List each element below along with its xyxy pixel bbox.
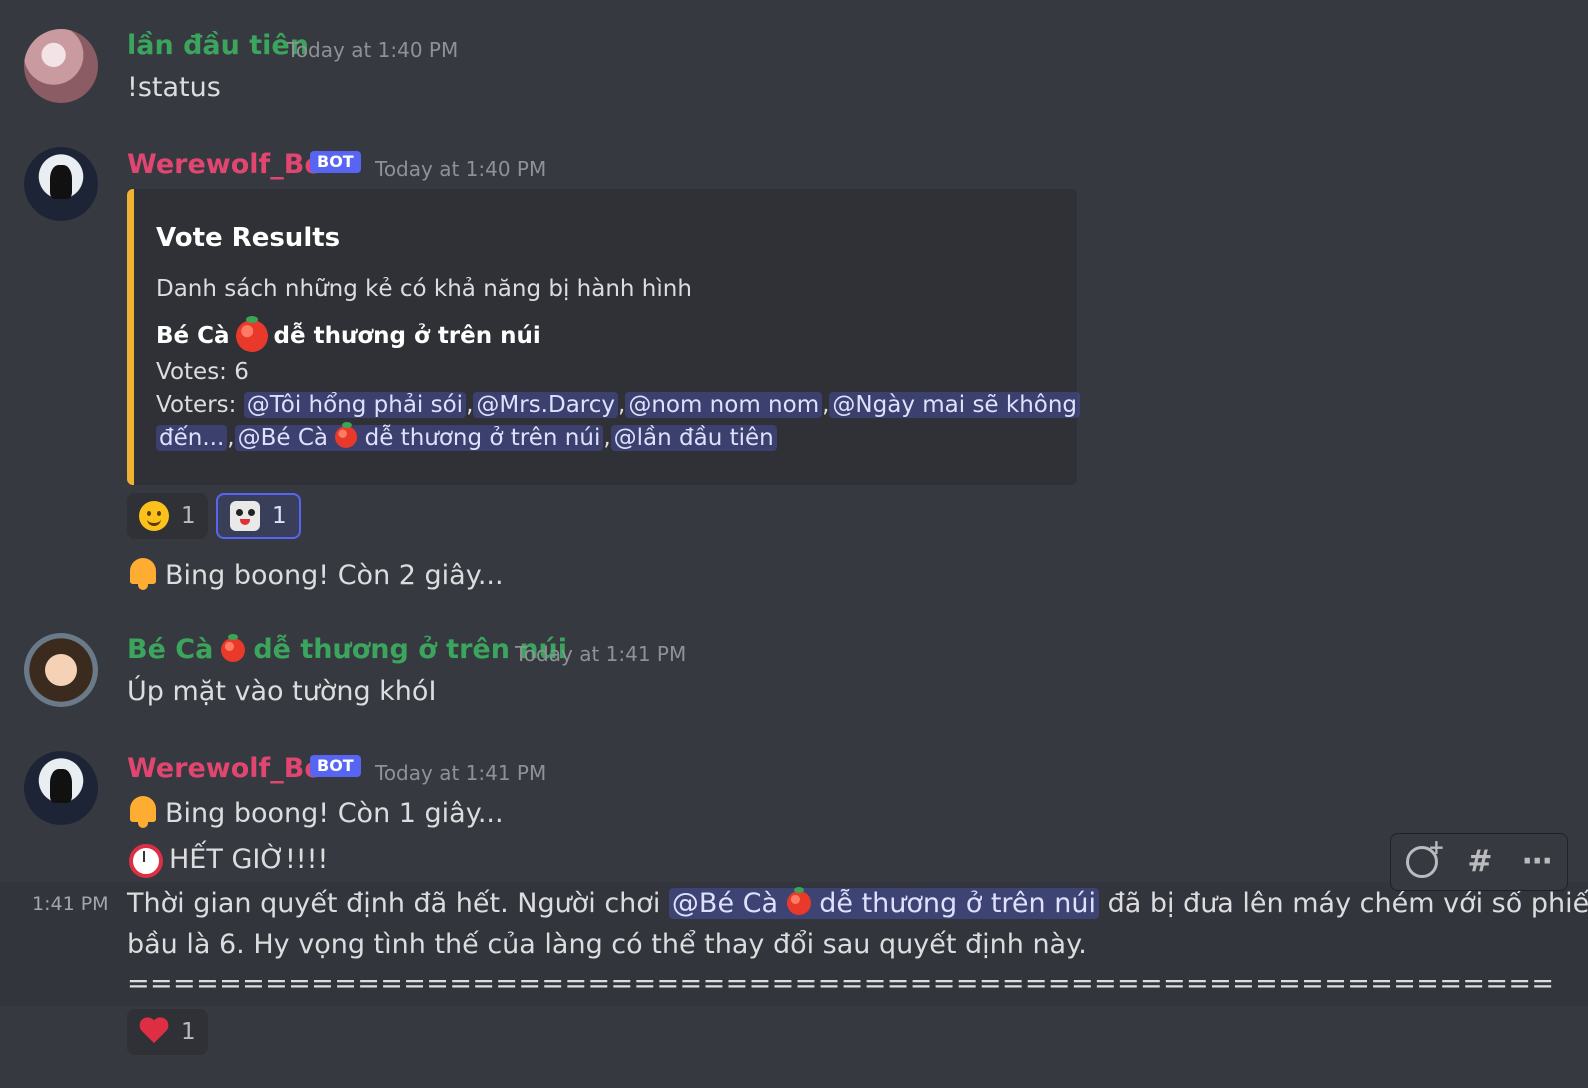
bot-badge: BOT <box>310 151 361 173</box>
message-line: HẾT GIỜ!!!! <box>127 840 329 878</box>
message-line: Thời gian quyết định đã hết. Người chơi … <box>127 887 1588 919</box>
create-thread-icon[interactable]: # <box>1467 847 1492 877</box>
custom-cat-emoji-icon <box>230 501 260 531</box>
tomato-icon <box>335 422 358 448</box>
reaction-heart[interactable]: 1 <box>127 1009 208 1055</box>
bell-icon <box>127 794 159 828</box>
message-content: !status <box>127 72 221 103</box>
bell-icon <box>127 556 159 590</box>
voters-line-2: đến..., @Bé Cà dễ thương ở trên núi, @lần … <box>156 422 777 451</box>
mention[interactable]: @Ngày mai sẽ không <box>829 392 1081 418</box>
tomato-icon <box>221 633 246 662</box>
add-reaction-icon[interactable] <box>1405 835 1445 878</box>
bot-avatar[interactable] <box>24 147 98 221</box>
bot-avatar[interactable] <box>24 751 98 825</box>
mention-prefix: @Bé Cà <box>237 425 328 451</box>
mention-suffix: dễ thương ở trên núi <box>364 425 601 451</box>
message-text: Bing boong! Còn 1 giây... <box>165 798 504 829</box>
message-text: Thời gian quyết định đã hết. Người chơi <box>127 888 661 919</box>
user-avatar[interactable] <box>24 29 98 103</box>
hover-timestamp[interactable]: 1:41 PM <box>32 893 109 915</box>
message-line: bầu là 6. Hy vọng tình thế của làng có t… <box>127 929 1087 960</box>
mention[interactable]: đến... <box>156 425 228 451</box>
author-name[interactable]: Werewolf_Bot <box>127 753 336 784</box>
author-name-prefix: Bé Cà <box>127 634 214 665</box>
user-avatar[interactable] <box>24 633 98 707</box>
separator-line: ========================================… <box>127 968 1555 999</box>
slightly-smiling-face-icon <box>139 501 169 531</box>
timestamp[interactable]: Today at 1:40 PM <box>375 157 546 181</box>
reaction-smile[interactable]: 1 <box>127 493 208 539</box>
tomato-icon <box>786 887 811 915</box>
embed-description: Danh sách những kẻ có khả năng bị hành h… <box>156 276 692 302</box>
mention[interactable]: @Bé Cà dễ thương ở trên núi <box>668 887 1099 919</box>
red-heart-icon <box>139 1018 169 1046</box>
timestamp[interactable]: Today at 1:41 PM <box>515 642 686 666</box>
mention-suffix: dễ thương ở trên núi <box>819 888 1096 919</box>
mention[interactable]: @Mrs.Darcy <box>473 392 618 418</box>
author-name[interactable]: Werewolf_Bot <box>127 149 336 180</box>
message-toolbar: # ⋯ <box>1390 833 1568 891</box>
reaction-count: 1 <box>181 503 196 529</box>
embed-title: Vote Results <box>156 223 341 253</box>
followup-text: Bing boong! Còn 2 giây... <box>165 560 504 591</box>
mention[interactable]: @Bé Cà dễ thương ở trên núi <box>234 422 604 451</box>
reaction-custom[interactable]: 1 <box>216 493 301 539</box>
reaction-count: 1 <box>181 1019 196 1045</box>
author-name[interactable]: lần đầu tiên <box>127 30 309 61</box>
field-name-prefix: Bé Cà <box>156 323 230 349</box>
mention[interactable]: @Tôi hổng phải sói <box>243 392 467 418</box>
mention[interactable]: @nom nom nom <box>625 392 823 418</box>
more-options-icon[interactable]: ⋯ <box>1522 847 1552 877</box>
timestamp[interactable]: Today at 1:41 PM <box>375 761 546 785</box>
embed: Vote Results Danh sách những kẻ có khả n… <box>127 189 1081 485</box>
alarm-clock-icon <box>127 840 163 878</box>
mention-prefix: @Bé Cà <box>671 888 779 919</box>
voters-line-1: Voters: @Tôi hổng phải sói, @Mrs.Darcy, @n… <box>156 392 1081 418</box>
message-text: đã bị đưa lên máy chém với số phiếu <box>1107 888 1588 919</box>
author-name[interactable]: Bé Cà dễ thương ở trên núi <box>127 633 567 665</box>
tomato-icon <box>235 316 268 352</box>
message-line: Bing boong! Còn 1 giây... <box>127 794 504 829</box>
embed-field-name: Bé Cà dễ thương ở trên núi <box>156 316 541 352</box>
field-name-suffix: dễ thương ở trên núi <box>273 323 541 349</box>
voters-label: Voters: <box>156 392 237 418</box>
followup-message: Bing boong! Còn 2 giây... <box>127 556 504 591</box>
votes-count: Votes: 6 <box>156 359 249 385</box>
message-text: HẾT GIỜ!!!! <box>169 844 329 875</box>
message-content: Úp mặt vào tường khóI <box>127 676 437 707</box>
timestamp[interactable]: Today at 1:40 PM <box>287 38 458 62</box>
bot-badge: BOT <box>310 755 361 777</box>
mention[interactable]: @lần đầu tiên <box>610 425 777 451</box>
reaction-count: 1 <box>272 503 287 529</box>
